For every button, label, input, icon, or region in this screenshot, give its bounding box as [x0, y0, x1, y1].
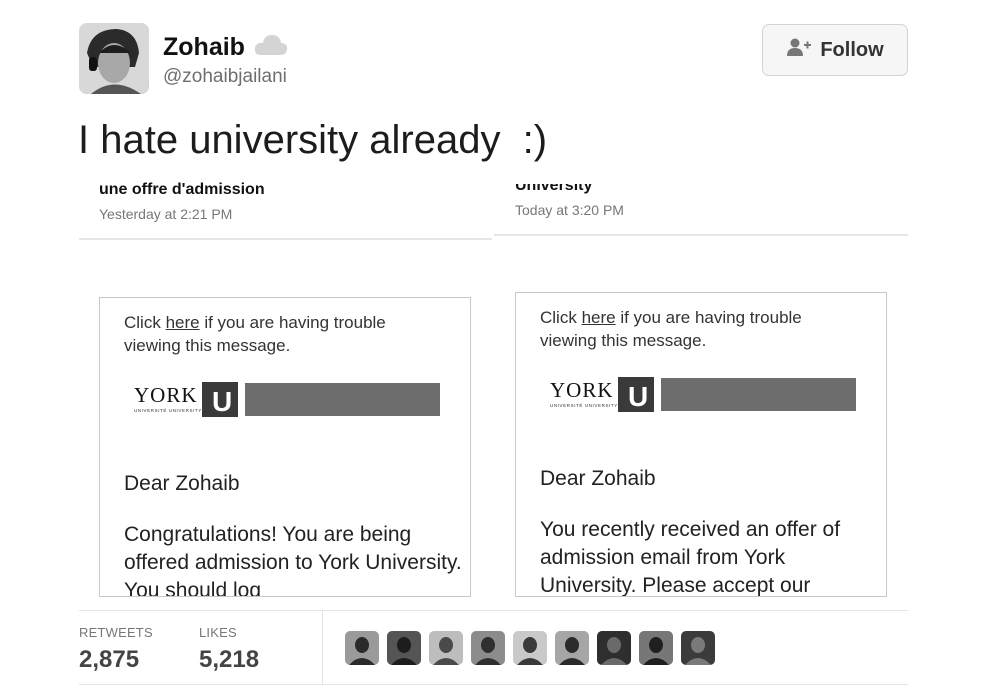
divider: [79, 238, 492, 240]
tweet-text: I hate university already :): [78, 118, 548, 162]
email-timestamp: Yesterday at 2:21 PM: [99, 206, 233, 222]
add-user-icon: [786, 37, 812, 63]
follow-button-label: Follow: [820, 38, 884, 61]
divider: [322, 611, 323, 684]
email-greeting: Dear Zohaib: [124, 472, 240, 495]
divider: [79, 610, 908, 611]
trouble-viewing-text: Click here if you are having trouble vie…: [124, 311, 444, 357]
liker-avatar[interactable]: [513, 631, 547, 665]
divider: [494, 234, 908, 236]
likes-label[interactable]: LIKES: [199, 625, 237, 640]
display-name[interactable]: Zohaib: [163, 33, 245, 62]
logo-mark: U: [212, 386, 232, 417]
retweets-label[interactable]: RETWEETS: [79, 625, 153, 640]
divider: [79, 684, 908, 685]
liker-avatar[interactable]: [429, 631, 463, 665]
here-link[interactable]: here: [166, 313, 200, 332]
redaction-bar: [661, 378, 856, 411]
avatar[interactable]: [79, 23, 149, 94]
logo-wordmark: YORK: [134, 383, 198, 407]
liker-avatar[interactable]: [345, 631, 379, 665]
trouble-text-prefix: Click: [124, 313, 166, 332]
trouble-viewing-text: Click here if you are having trouble vie…: [540, 306, 860, 352]
liker-avatar[interactable]: [681, 631, 715, 665]
york-university-logo: YORK UNIVERSITÉ UNIVERSITY U: [133, 382, 238, 420]
user-handle[interactable]: @zohaibjailani: [163, 66, 287, 88]
email-timestamp: Today at 3:20 PM: [515, 202, 624, 218]
logo-subtext: UNIVERSITÉ UNIVERSITY: [550, 402, 618, 408]
profile-photo: [79, 23, 149, 94]
liker-avatar[interactable]: [639, 631, 673, 665]
logo-wordmark: YORK: [550, 378, 614, 402]
likes-count[interactable]: 5,218: [199, 646, 259, 674]
follow-button[interactable]: Follow: [762, 24, 908, 76]
cloud-icon: [253, 31, 289, 62]
redaction-bar: [245, 383, 440, 416]
liker-avatar[interactable]: [471, 631, 505, 665]
liker-avatar[interactable]: [555, 631, 589, 665]
email-body-text: You recently received an offer of admiss…: [540, 518, 841, 597]
email-greeting: Dear Zohaib: [540, 467, 656, 490]
york-university-logo: YORK UNIVERSITÉ UNIVERSITY U: [549, 377, 654, 415]
liker-avatar[interactable]: [597, 631, 631, 665]
email-preview-card: Click here if you are having trouble vie…: [515, 292, 887, 597]
liker-avatar[interactable]: [387, 631, 421, 665]
logo-mark: U: [628, 381, 648, 412]
email-subject-clip: University: [515, 184, 895, 196]
email-body-text: Congratulations! You are being offered a…: [124, 523, 462, 597]
email-preview-card: Click here if you are having trouble vie…: [99, 297, 471, 597]
retweets-count[interactable]: 2,875: [79, 646, 139, 674]
email-subject: University: [515, 184, 593, 194]
logo-subtext: UNIVERSITÉ UNIVERSITY: [134, 407, 202, 413]
here-link[interactable]: here: [582, 308, 616, 327]
email-subject: une offre d'admission: [99, 181, 265, 198]
trouble-text-prefix: Click: [540, 308, 582, 327]
